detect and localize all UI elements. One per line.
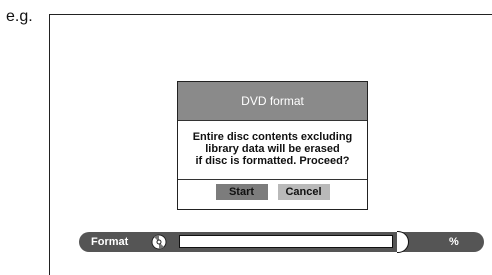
start-button[interactable]: Start — [215, 184, 268, 200]
example-label: e.g. — [6, 8, 33, 25]
progress-track — [179, 235, 393, 248]
dialog-message-line: library data will be erased — [205, 143, 340, 155]
dialog-message-line: Entire disc contents excluding — [192, 131, 353, 143]
format-label: Format — [91, 236, 129, 248]
dvd-format-dialog: DVD format Entire disc contents excludin… — [177, 81, 368, 210]
format-progress-bar: Format % — [79, 231, 484, 253]
dialog-message-line: if disc is formatted. Proceed? — [195, 155, 350, 167]
progress-end-cap — [397, 231, 409, 253]
disc-icon — [151, 234, 167, 250]
percent-readout: % — [449, 236, 459, 248]
dialog-title: DVD format — [178, 82, 367, 121]
cancel-button[interactable]: Cancel — [277, 184, 330, 200]
dialog-message: Entire disc contents excluding library d… — [178, 121, 367, 179]
dialog-buttons: Start Cancel — [178, 180, 367, 200]
